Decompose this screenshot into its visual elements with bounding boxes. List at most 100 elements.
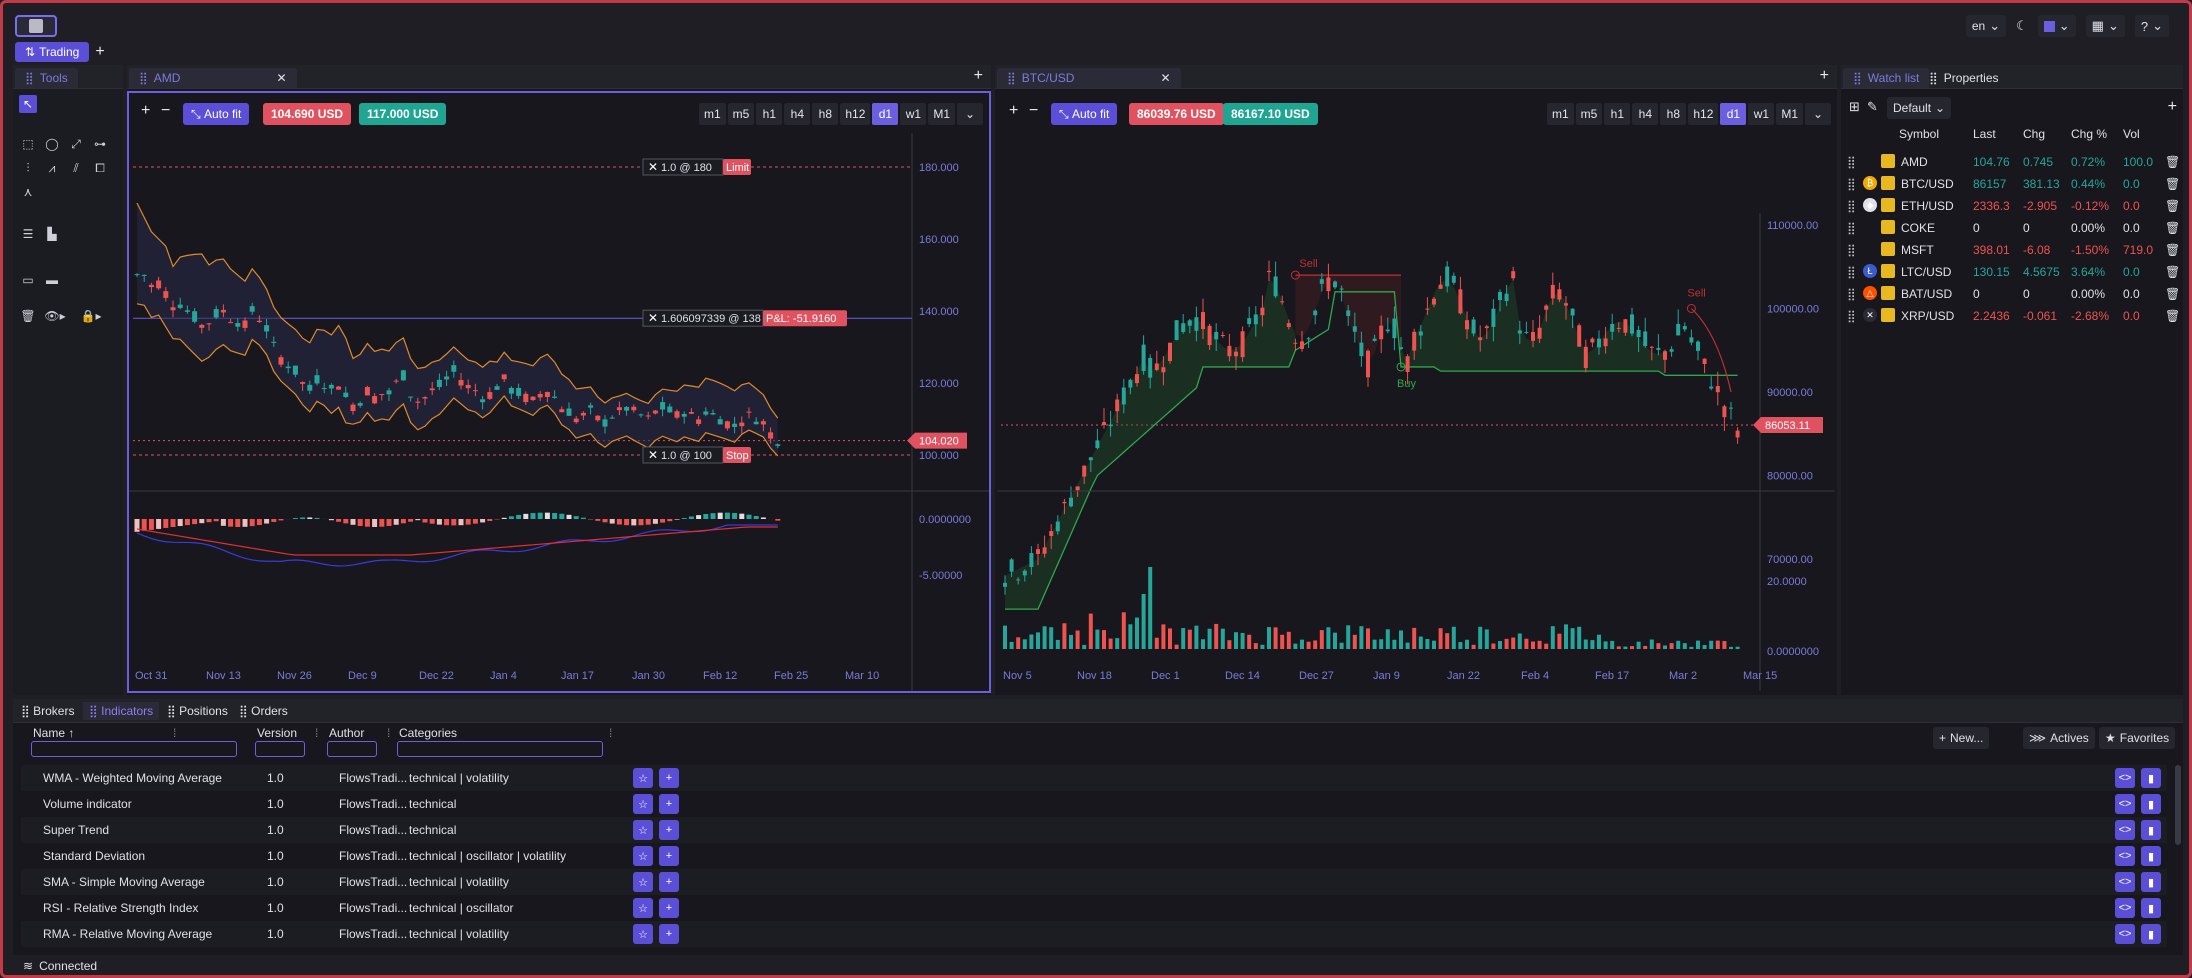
actives-button[interactable]: ⋙ Actives bbox=[2023, 727, 2095, 749]
limit-order-label[interactable]: ✕ 1.0 @ 180 Limit bbox=[642, 158, 751, 176]
path-tool-icon[interactable]: ⩘ bbox=[43, 159, 61, 177]
add-indicator-button[interactable]: + bbox=[659, 820, 679, 840]
favorite-star-button[interactable]: ☆ bbox=[633, 820, 653, 840]
parallel-channel-tool-icon[interactable]: ⫽ bbox=[67, 159, 85, 177]
bottom-panel-icon[interactable]: ▭ bbox=[19, 271, 37, 289]
vertical-line-tool-icon[interactable]: ⫶ bbox=[19, 159, 37, 177]
col-chg-pct[interactable]: Chg % bbox=[2071, 127, 2107, 141]
version-filter-input[interactable] bbox=[255, 741, 305, 757]
rectangle-tool-icon[interactable]: ⬚ bbox=[19, 135, 37, 153]
col-symbol[interactable]: Symbol bbox=[1899, 127, 1939, 141]
add-tab-button[interactable]: + bbox=[95, 44, 104, 60]
code-icon[interactable]: <> bbox=[2115, 794, 2135, 814]
trash-icon[interactable]: ▮ bbox=[2141, 768, 2161, 788]
close-icon[interactable]: ✕ bbox=[648, 311, 658, 325]
tab-properties[interactable]: ⣿ Properties bbox=[1919, 68, 2009, 88]
col-name[interactable]: Name ↑ bbox=[33, 726, 74, 740]
favorites-button[interactable]: ★ Favorites bbox=[2099, 727, 2176, 749]
indicator-row[interactable]: RMA - Relative Moving Average 1.0 FlowsTra… bbox=[21, 921, 2167, 947]
add-symbol-button[interactable]: + bbox=[2168, 99, 2177, 115]
tab-orders[interactable]: ⣿ Orders bbox=[233, 702, 294, 720]
trash-icon[interactable]: ▮ bbox=[2141, 898, 2161, 918]
code-icon[interactable]: <> bbox=[2115, 768, 2135, 788]
trash-icon[interactable]: 🗑 bbox=[2165, 309, 2180, 323]
trash-icon[interactable]: 🗑 bbox=[19, 307, 37, 325]
add-indicator-button[interactable]: + bbox=[659, 872, 679, 892]
drag-handle-icon[interactable]: ⣿ bbox=[1847, 243, 1856, 257]
add-panel-button[interactable]: + bbox=[1820, 68, 1829, 84]
col-last[interactable]: Last bbox=[1973, 127, 1996, 141]
edit-icon[interactable]: ✎ bbox=[1867, 99, 1878, 115]
bars-icon[interactable]: ▙ bbox=[43, 225, 61, 243]
node-tool-icon[interactable]: ⋏ bbox=[19, 183, 37, 201]
favorite-star-button[interactable]: ☆ bbox=[633, 846, 653, 866]
tab-amd[interactable]: ⣿ AMD ✕ bbox=[129, 68, 297, 88]
box-tool-icon[interactable]: ⧠ bbox=[91, 159, 109, 177]
language-select[interactable]: en ⌄ bbox=[1965, 15, 2007, 37]
trend-line-tool-icon[interactable]: ⤢ bbox=[67, 135, 85, 153]
tab-trading[interactable]: ⇅ Trading bbox=[15, 42, 90, 62]
add-panel-button[interactable]: + bbox=[974, 68, 983, 84]
add-indicator-button[interactable]: + bbox=[659, 924, 679, 944]
add-indicator-button[interactable]: + bbox=[659, 898, 679, 918]
indicator-row[interactable]: SMA - Simple Moving Average 1.0 FlowsTradi… bbox=[21, 869, 2167, 895]
favorite-star-button[interactable]: ☆ bbox=[633, 768, 653, 788]
amd-price-chart[interactable]: 180.000160.000140.000120.000100.000✕ 1.0 … bbox=[127, 93, 991, 693]
scrollbar[interactable] bbox=[2175, 765, 2181, 845]
code-icon[interactable]: <> bbox=[2115, 872, 2135, 892]
layers-icon[interactable]: ☰ bbox=[19, 225, 37, 243]
col-resize-handle[interactable]: ⁞ bbox=[387, 726, 390, 740]
trash-icon[interactable]: ▮ bbox=[2141, 820, 2161, 840]
col-resize-handle[interactable]: ⁞ bbox=[173, 726, 176, 740]
drag-handle-icon[interactable]: ⣿ bbox=[1847, 221, 1856, 235]
trash-icon[interactable]: ▮ bbox=[2141, 924, 2161, 944]
trash-icon[interactable]: ▮ bbox=[2141, 846, 2161, 866]
trash-icon[interactable]: 🗑 bbox=[2165, 287, 2180, 301]
trash-icon[interactable]: 🗑 bbox=[2165, 199, 2180, 213]
indicator-row[interactable]: WMA - Weighted Moving Average 1.0 FlowsTra… bbox=[21, 765, 2167, 791]
col-author[interactable]: Author bbox=[329, 726, 364, 740]
trash-icon[interactable]: 🗑 bbox=[2165, 177, 2180, 191]
visibility-icon[interactable]: 👁▸ bbox=[41, 307, 69, 325]
drag-handle-icon[interactable]: ⣿ bbox=[1847, 199, 1856, 213]
favorite-star-button[interactable]: ☆ bbox=[633, 872, 653, 892]
favorite-star-button[interactable]: ☆ bbox=[633, 794, 653, 814]
trash-icon[interactable]: ▮ bbox=[2141, 872, 2161, 892]
position-label[interactable]: ✕ 1.606097339 @ 138 P&L: -51.9160 bbox=[642, 309, 847, 327]
theme-moon-icon[interactable]: ☾ bbox=[2016, 18, 2028, 34]
code-icon[interactable]: <> bbox=[2115, 924, 2135, 944]
top-panel-icon[interactable]: ▬ bbox=[43, 271, 61, 289]
btc-price-chart[interactable]: 110000.00 100000.00 90000.00 80000.00 70000.… bbox=[995, 93, 1837, 693]
drag-handle-icon[interactable]: ⣿ bbox=[1847, 265, 1856, 279]
col-vol[interactable]: Vol bbox=[2123, 127, 2140, 141]
watchlist-row[interactable]: ⣿ ◆ ETH/USD 2336.3 -2.905 -0.12% 0.0 🗑 bbox=[1841, 195, 2183, 217]
trash-icon[interactable]: 🗑 bbox=[2165, 155, 2180, 169]
favorite-star-button[interactable]: ☆ bbox=[633, 898, 653, 918]
indicator-row[interactable]: Volume indicator 1.0 FlowsTradi... technica… bbox=[21, 791, 2167, 817]
drag-handle-icon[interactable]: ⣿ bbox=[1847, 309, 1856, 323]
close-icon[interactable]: ✕ bbox=[648, 448, 658, 462]
col-resize-handle[interactable]: ⁞ bbox=[315, 726, 318, 740]
col-categories[interactable]: Categories bbox=[399, 726, 457, 740]
col-chg[interactable]: Chg bbox=[2023, 127, 2045, 141]
tab-brokers[interactable]: ⣿ Brokers bbox=[15, 702, 80, 720]
indicator-row[interactable]: Standard Deviation 1.0 FlowsTradi... techni… bbox=[21, 843, 2167, 869]
code-icon[interactable]: <> bbox=[2115, 898, 2135, 918]
layout-select[interactable]: ▦ ⌄ bbox=[2085, 15, 2125, 37]
watchlist-row[interactable]: ⣿ ₿ BTC/USD 86157 381.13 0.44% 0.0 🗑 bbox=[1841, 173, 2183, 195]
watchlist-row[interactable]: ⣿ COKE 0 0 0.00% 0.0 🗑 bbox=[1841, 217, 2183, 239]
add-indicator-button[interactable]: + bbox=[659, 794, 679, 814]
tab-btcusd[interactable]: ⣿ BTC/USD ✕ bbox=[997, 68, 1181, 88]
watchlist-row[interactable]: ⣿ △ BAT/USD 0 0 0.00% 0.0 🗑 bbox=[1841, 283, 2183, 305]
author-filter-input[interactable] bbox=[327, 741, 377, 757]
drag-handle-icon[interactable]: ⣿ bbox=[1847, 177, 1856, 191]
drag-handle-icon[interactable]: ⣿ bbox=[1847, 287, 1856, 301]
help-select[interactable]: ? ⌄ bbox=[2134, 15, 2169, 37]
categories-filter-input[interactable] bbox=[397, 741, 603, 757]
watchlist-select[interactable]: Default ⌄ bbox=[1887, 97, 1952, 119]
drag-handle-icon[interactable]: ⣿ bbox=[1847, 155, 1856, 169]
close-icon[interactable]: ✕ bbox=[276, 71, 286, 85]
add-indicator-button[interactable]: + bbox=[659, 846, 679, 866]
stop-order-label[interactable]: ✕ 1.0 @ 100 Stop bbox=[642, 446, 751, 464]
col-resize-handle[interactable]: ⁞ bbox=[609, 726, 612, 740]
